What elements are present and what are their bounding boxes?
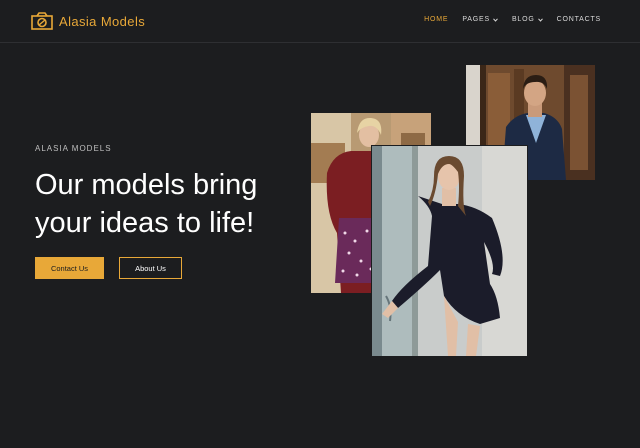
nav-contacts[interactable]: CONTACTS [557, 16, 601, 23]
hero-eyebrow: ALASIA MODELS [35, 144, 112, 153]
chevron-down-icon [537, 17, 543, 22]
about-us-button[interactable]: About Us [119, 257, 182, 279]
brand-name: Alasia Models [59, 13, 146, 29]
nav-blog-label: BLOG [511, 16, 535, 23]
camera-logo-icon [31, 12, 53, 30]
hero-headline: Our models bring your ideas to life! [35, 169, 258, 239]
nav-home-label: HOME [424, 16, 449, 23]
nav-pages-label: PAGES [462, 16, 490, 23]
nav-blog[interactable]: BLOG [512, 16, 543, 23]
nav-contacts-label: CONTACTS [556, 16, 601, 23]
nav-pages[interactable]: PAGES [462, 16, 498, 23]
brand-logo[interactable]: Alasia Models [31, 12, 145, 30]
contact-us-button[interactable]: Contact Us [35, 257, 104, 279]
model-woman-black-dress-photo[interactable] [372, 146, 527, 356]
main-menu: HOME PAGES BLOG CONTACTS [424, 16, 601, 23]
nav-home[interactable]: HOME [424, 16, 448, 23]
top-navbar: Alasia Models HOME PAGES BLOG CONTACTS [0, 0, 640, 43]
chevron-down-icon [493, 17, 498, 22]
